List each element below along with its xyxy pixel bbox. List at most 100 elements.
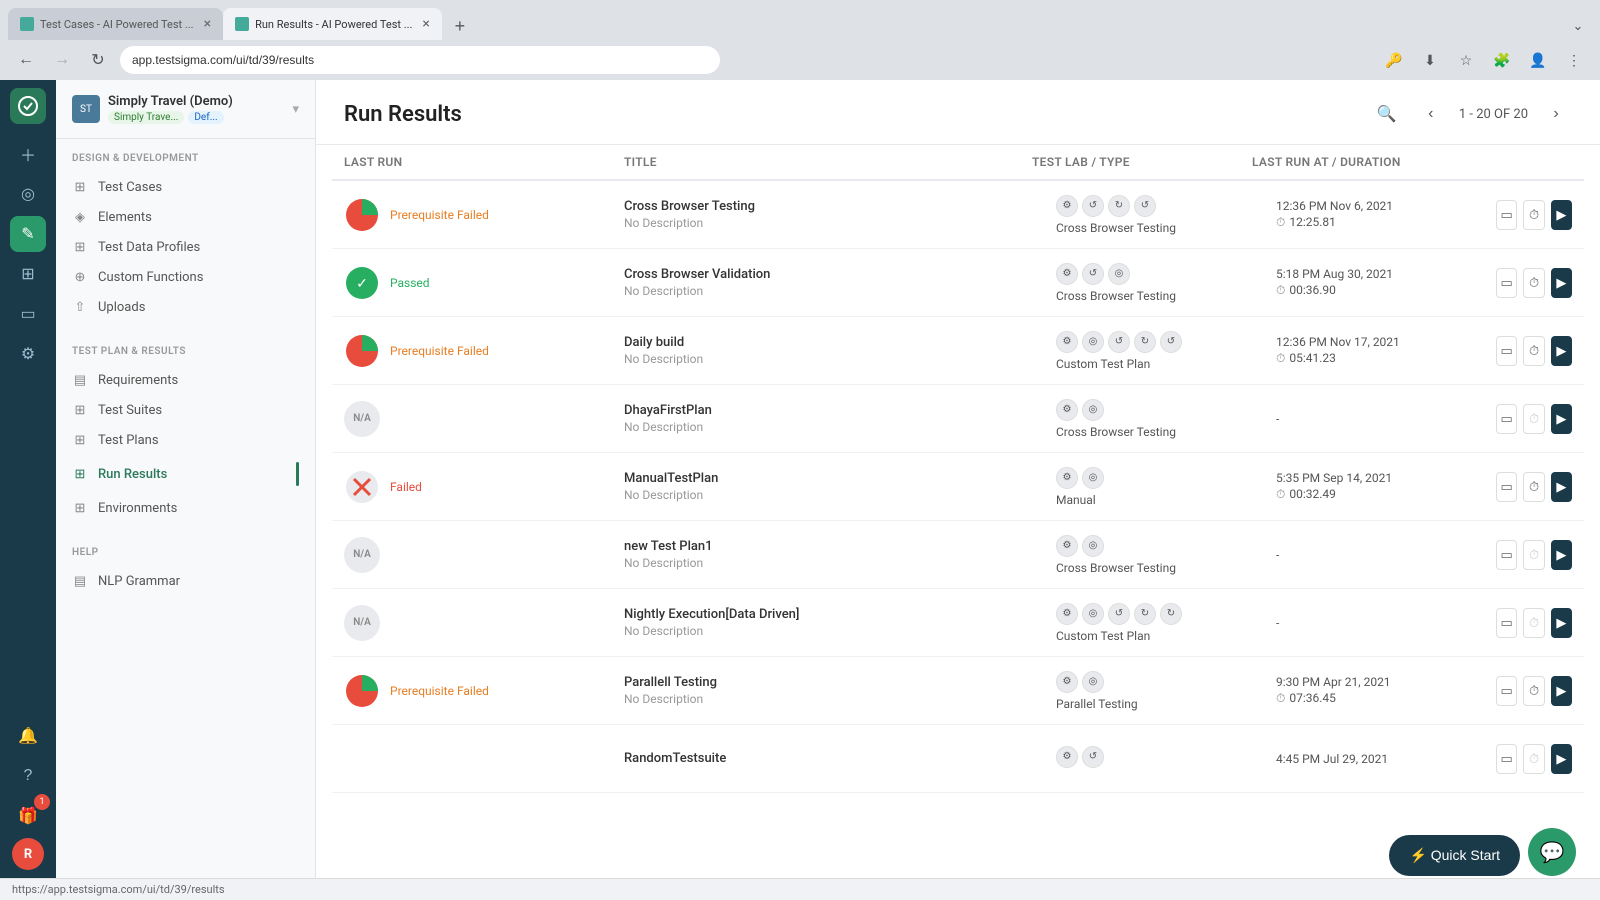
sidebar-item-test-plans[interactable]: ⊞ Test Plans bbox=[56, 425, 315, 455]
chat-button[interactable]: 💬 bbox=[1528, 828, 1576, 876]
search-button[interactable]: 🔍 bbox=[1371, 98, 1403, 130]
time-date: - bbox=[1276, 412, 1279, 426]
menu-icon[interactable]: ⋮ bbox=[1560, 46, 1588, 74]
details-button[interactable]: ▭ bbox=[1496, 540, 1517, 570]
browser-tab-1[interactable]: Test Cases - AI Powered Test ... × bbox=[8, 8, 223, 40]
quick-start-button[interactable]: ⚡ Quick Start bbox=[1389, 835, 1520, 876]
details-button[interactable]: ▭ bbox=[1496, 404, 1517, 434]
run-button[interactable]: ▶ bbox=[1551, 268, 1572, 298]
sidebar-item-run-results[interactable]: ⊞ Run Results bbox=[56, 455, 315, 493]
sidebar-item-test-data[interactable]: ⊞ Test Data Profiles bbox=[56, 232, 315, 262]
org-icon: ST bbox=[72, 95, 100, 123]
sidebar-item-uploads[interactable]: ⇧ Uploads bbox=[56, 292, 315, 322]
user-avatar[interactable]: R bbox=[12, 838, 44, 870]
settings-button[interactable]: ⚙ bbox=[10, 336, 46, 372]
eye-button[interactable]: ◎ bbox=[10, 176, 46, 212]
lab-icon: ↻ bbox=[1134, 331, 1156, 353]
status-cell: Failed bbox=[332, 459, 612, 515]
address-bar: ← → ↻ 🔑 ⬇ ☆ 🧩 👤 ⋮ bbox=[0, 40, 1600, 80]
details-button[interactable]: ▭ bbox=[1496, 200, 1517, 230]
time-cell: 9:30 PM Apr 21, 2021 ⏱07:36.45 bbox=[1264, 665, 1484, 716]
table-row[interactable]: N/A DhayaFirstPlan No Description ⚙ ◎ bbox=[332, 385, 1584, 453]
time-date: 12:36 PM Nov 17, 2021 bbox=[1276, 335, 1400, 349]
history-button[interactable]: ⏱ bbox=[1523, 744, 1544, 774]
lab-cell: ⚙ ↺ ↻ ↺ Cross Browser Testing bbox=[1044, 185, 1264, 245]
sidebar-item-environments[interactable]: ⊞ Environments bbox=[56, 493, 315, 523]
prev-page-button[interactable]: ‹ bbox=[1415, 98, 1447, 130]
new-tab-button[interactable]: + bbox=[446, 12, 474, 40]
col-last-run-at: Last Run At / Duration bbox=[1252, 155, 1472, 169]
forward-button[interactable]: → bbox=[48, 46, 76, 74]
details-button[interactable]: ▭ bbox=[1496, 744, 1517, 774]
table-row[interactable]: N/A Nightly Execution[Data Driven] No De… bbox=[332, 589, 1584, 657]
download-icon[interactable]: ⬇ bbox=[1416, 46, 1444, 74]
history-button[interactable]: ⏱ bbox=[1523, 676, 1544, 706]
run-button[interactable]: ▶ bbox=[1551, 540, 1572, 570]
profile-icon[interactable]: 👤 bbox=[1524, 46, 1552, 74]
sidebar-item-nlp-grammar[interactable]: ▤ NLP Grammar bbox=[56, 566, 315, 596]
section-help: HELP ▤ NLP Grammar bbox=[56, 533, 315, 606]
sidebar-item-custom-functions[interactable]: ⊕ Custom Functions bbox=[56, 262, 315, 292]
details-button[interactable]: ▭ bbox=[1496, 676, 1517, 706]
run-button[interactable]: ▶ bbox=[1551, 676, 1572, 706]
history-button[interactable]: ⏱ bbox=[1523, 200, 1544, 230]
org-selector[interactable]: ST Simply Travel (Demo) Simply Trave... … bbox=[72, 94, 299, 124]
table-row[interactable]: Prerequisite Failed Parallell Testing No… bbox=[332, 657, 1584, 725]
add-button[interactable]: ＋ bbox=[10, 136, 46, 172]
table-row[interactable]: ✓ Passed Cross Browser Validation No Des… bbox=[332, 249, 1584, 317]
details-button[interactable]: ▭ bbox=[1496, 336, 1517, 366]
details-button[interactable]: ▭ bbox=[1496, 268, 1517, 298]
help-button[interactable]: ? bbox=[10, 758, 46, 794]
run-button[interactable]: ▶ bbox=[1551, 744, 1572, 774]
table-row[interactable]: Failed ManualTestPlan No Description ⚙ ◎ bbox=[332, 453, 1584, 521]
history-button[interactable]: ⏱ bbox=[1523, 472, 1544, 502]
table-row[interactable]: RandomTestsuite ⚙ ↺ 4:45 PM Jul 29, 2021 bbox=[332, 725, 1584, 793]
time-cell: 12:36 PM Nov 17, 2021 ⏱05:41.23 bbox=[1264, 325, 1484, 376]
bookmark-icon[interactable]: ☆ bbox=[1452, 46, 1480, 74]
sidebar-item-test-suites[interactable]: ⊞ Test Suites bbox=[56, 395, 315, 425]
briefcase-button[interactable]: ⊞ bbox=[10, 256, 46, 292]
details-button[interactable]: ▭ bbox=[1496, 608, 1517, 638]
table-row[interactable]: Prerequisite Failed Cross Browser Testin… bbox=[332, 181, 1584, 249]
history-button[interactable]: ⏱ bbox=[1523, 608, 1544, 638]
address-input[interactable] bbox=[120, 46, 720, 74]
history-button[interactable]: ⏱ bbox=[1523, 540, 1544, 570]
reload-button[interactable]: ↻ bbox=[84, 46, 112, 74]
time-cell: 12:36 PM Nov 6, 2021 ⏱12:25.81 bbox=[1264, 189, 1484, 240]
bell-button[interactable]: 🔔 bbox=[10, 718, 46, 754]
details-button[interactable]: ▭ bbox=[1496, 472, 1517, 502]
run-button[interactable]: ▶ bbox=[1551, 472, 1572, 502]
elements-icon: ◈ bbox=[72, 209, 88, 225]
status-icon: N/A bbox=[344, 605, 380, 641]
sidebar-item-requirements[interactable]: ▤ Requirements bbox=[56, 365, 315, 395]
tab-dropdown[interactable]: ⌄ bbox=[1564, 12, 1592, 40]
time-date: - bbox=[1276, 548, 1279, 562]
tab-2-close[interactable]: × bbox=[422, 17, 429, 31]
next-page-button[interactable]: › bbox=[1540, 98, 1572, 130]
monitor-button[interactable]: ▭ bbox=[10, 296, 46, 332]
sidebar-item-test-cases[interactable]: ⊞ Test Cases bbox=[56, 172, 315, 202]
browser-tab-2[interactable]: Run Results - AI Powered Test ... × bbox=[223, 8, 442, 40]
tab-1-close[interactable]: × bbox=[204, 17, 211, 31]
run-button[interactable]: ▶ bbox=[1551, 608, 1572, 638]
history-button[interactable]: ⏱ bbox=[1523, 404, 1544, 434]
history-button[interactable]: ⏱ bbox=[1523, 268, 1544, 298]
lab-icon: ⚙ bbox=[1056, 331, 1078, 353]
status-icon: N/A bbox=[344, 401, 380, 437]
sidebar-item-elements[interactable]: ◈ Elements bbox=[56, 202, 315, 232]
history-button[interactable]: ⏱ bbox=[1523, 336, 1544, 366]
back-button[interactable]: ← bbox=[12, 46, 40, 74]
lab-cell: ⚙ ◎ Cross Browser Testing bbox=[1044, 525, 1264, 585]
extensions-icon[interactable]: 🧩 bbox=[1488, 46, 1516, 74]
run-button[interactable]: ▶ bbox=[1551, 336, 1572, 366]
edit-button[interactable]: ✎ bbox=[10, 216, 46, 252]
run-button[interactable]: ▶ bbox=[1551, 404, 1572, 434]
time-date: 4:45 PM Jul 29, 2021 bbox=[1276, 752, 1388, 766]
table-row[interactable]: Prerequisite Failed Daily build No Descr… bbox=[332, 317, 1584, 385]
key-icon[interactable]: 🔑 bbox=[1380, 46, 1408, 74]
run-button[interactable]: ▶ bbox=[1551, 200, 1572, 230]
actions-cell: ▭ ⏱ ▶ bbox=[1484, 190, 1584, 240]
table-row[interactable]: N/A new Test Plan1 No Description ⚙ ◎ bbox=[332, 521, 1584, 589]
lab-type: Cross Browser Testing bbox=[1056, 425, 1176, 439]
app-logo bbox=[10, 88, 46, 124]
